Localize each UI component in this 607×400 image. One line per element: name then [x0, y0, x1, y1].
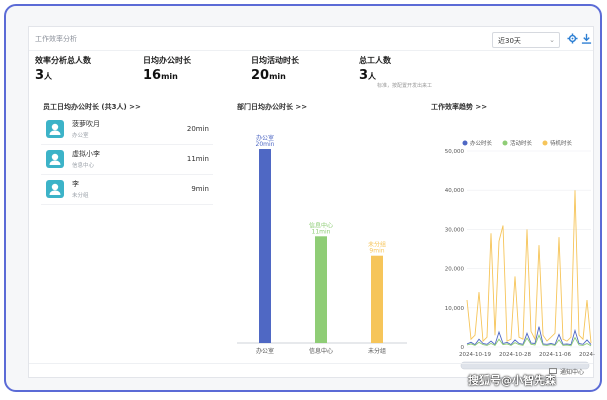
x-tick-label: 2024-10-28 [499, 352, 531, 358]
bar [371, 255, 383, 343]
kpi-row: 效率分析总人数 3人 日均办公时长 16min 日均活动时长 20min 总工人… [29, 52, 593, 89]
dashboard-panel: 工作效率分析 近30天 ⌄ 效率分析总人数 3人 日均办公时长 16min 日均… [28, 26, 595, 378]
bar [315, 236, 327, 343]
kpi-label: 总工人数 [359, 56, 391, 65]
bar-data-label: 11min [312, 228, 331, 235]
kpi-value: 20min [251, 68, 286, 83]
kpi-value: 3人 [35, 68, 53, 83]
avatar [46, 180, 64, 198]
employee-name: 李 [72, 180, 79, 188]
employee-name: 虚拟小李 [72, 150, 100, 158]
trend-line-chart: 办公时长 活动时长 待机时长 0 10,000 20,000 30,000 40,000 50,… [445, 139, 595, 370]
kpi-value: 16min [143, 68, 178, 83]
employee-time: 9min [191, 185, 209, 193]
employee-time: 20min [186, 125, 209, 133]
legend-marker [542, 140, 548, 146]
x-tick-label: 未分组 [368, 347, 386, 355]
y-tick-label: 10,000 [445, 306, 465, 312]
employee-dept: 信息中心 [72, 163, 95, 169]
kpi-total-workers: 总工人数 3人 [359, 55, 391, 83]
series-line [466, 190, 592, 344]
legend-label: 待机时长 [550, 139, 573, 147]
kpi-label: 日均活动时长 [251, 56, 299, 65]
list-item[interactable]: 李 未分组 9min [41, 175, 213, 205]
page-title: 工作效率分析 [35, 35, 77, 43]
list-item[interactable]: 菠萝吹月 办公室 20min [41, 115, 213, 145]
chevron-down-icon: ⌄ [549, 36, 555, 44]
employee-dept: 未分组 [72, 193, 89, 199]
date-range-select[interactable]: 近30天 ⌄ [492, 32, 560, 48]
y-tick-label: 0 [461, 345, 465, 351]
legend-label: 活动时长 [510, 139, 533, 147]
bar [259, 149, 271, 343]
list-item[interactable]: 虚拟小李 信息中心 11min [41, 145, 213, 175]
dept-bar-chart: 办公室20min办公室信息中心11min信息中心未分组9min未分组 [237, 134, 407, 355]
bar-data-label: 20min [256, 141, 275, 148]
employee-section-title[interactable]: 员工日均办公时长 (共3人) >> [43, 102, 141, 112]
employee-name: 菠萝吹月 [72, 120, 100, 128]
employee-list: 菠萝吹月 办公室 20min 虚拟小李 信息中心 11min 李 未分组 9mi… [41, 115, 213, 205]
bar-data-label: 9min [369, 248, 384, 255]
x-tick-label: 2024-11-06 [539, 352, 571, 358]
y-tick-label: 20,000 [445, 267, 465, 273]
notification-center-link[interactable]: 通知中心 [560, 367, 584, 376]
legend-label: 办公时长 [470, 139, 493, 147]
kpi-label: 日均办公时长 [143, 56, 191, 65]
employee-time: 11min [186, 155, 209, 163]
employee-dept: 办公室 [72, 133, 89, 139]
avatar [46, 150, 64, 168]
dept-section-title[interactable]: 部门日均办公时长 >> [237, 102, 307, 112]
date-range-value: 近30天 [498, 37, 521, 45]
legend-marker [502, 140, 508, 146]
kpi-avg-active-time: 日均活动时长 20min [251, 55, 299, 83]
kpi-total-analyzed: 效率分析总人数 3人 [35, 55, 91, 83]
legend-marker [462, 140, 468, 146]
download-icon[interactable] [581, 33, 592, 44]
y-tick-label: 50,000 [445, 149, 465, 155]
screenshot-frame: 工作效率分析 近30天 ⌄ 效率分析总人数 3人 日均办公时长 16min 日均… [4, 4, 602, 392]
kpi-note: 标准，按配置开发出来工 [377, 83, 433, 89]
x-tick-label: 2024-10-19 [459, 352, 491, 358]
y-tick-label: 30,000 [445, 227, 465, 233]
top-bar: 工作效率分析 近30天 ⌄ [29, 27, 593, 51]
kpi-value: 3人 [359, 68, 377, 83]
x-tick-label: 2024-11-15 [579, 352, 595, 358]
avatar [46, 120, 64, 138]
y-tick-label: 40,000 [445, 188, 465, 194]
kpi-label: 效率分析总人数 [35, 56, 91, 65]
gear-icon[interactable] [567, 33, 578, 44]
x-tick-label: 信息中心 [309, 347, 333, 355]
watermark: 搜狐号@小智先森 [468, 374, 556, 387]
x-tick-label: 办公室 [256, 347, 274, 355]
kpi-avg-office-time: 日均办公时长 16min [143, 55, 191, 83]
